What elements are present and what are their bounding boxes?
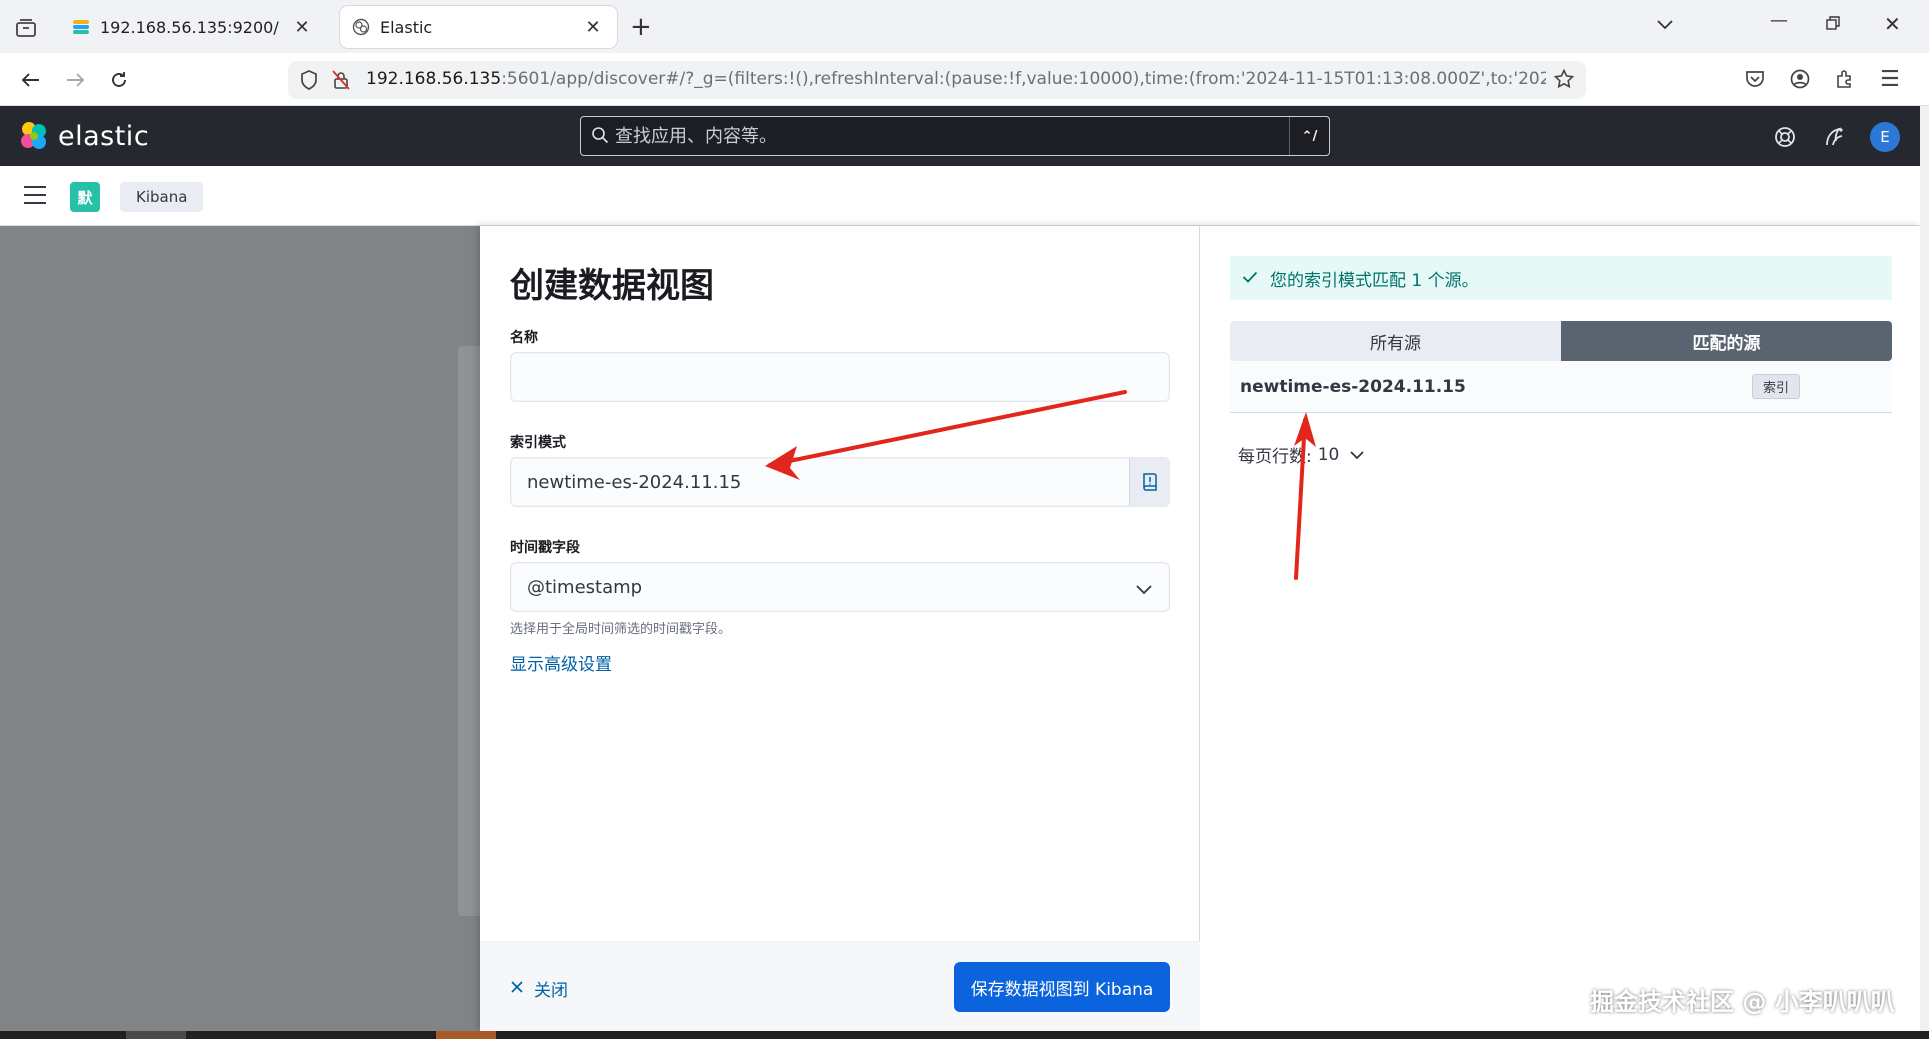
chevron-down-icon: [1349, 445, 1365, 465]
account-icon[interactable]: [1790, 69, 1810, 93]
flyout-footer: 关闭 保存数据视图到 Kibana: [480, 941, 1200, 1031]
index-pattern-field[interactable]: newtime-es-2024.11.15: [510, 457, 1170, 507]
chevron-down-icon: [1135, 579, 1153, 600]
bookmark-star-icon[interactable]: [1553, 68, 1575, 93]
new-tab-button[interactable]: +: [630, 12, 652, 42]
minimize-button[interactable]: —: [1770, 10, 1788, 31]
create-data-view-flyout: 创建数据视图 名称 索引模式 newtime-es-2024.11.15 时间戳…: [480, 226, 1920, 1031]
search-shortcut: ⌃/: [1289, 117, 1329, 155]
restore-button[interactable]: [1826, 14, 1840, 35]
timestamp-select[interactable]: @timestamp: [510, 562, 1170, 612]
rows-per-page-value: 10: [1317, 444, 1340, 465]
close-label: 关闭: [534, 981, 568, 1001]
page-scrollbar[interactable]: [1920, 106, 1929, 1031]
show-advanced-settings-link[interactable]: 显示高级设置: [510, 650, 612, 675]
elastic-favicon-icon: [352, 18, 370, 36]
name-label: 名称: [510, 330, 538, 346]
url-path: :5601/app/discover#/?_g=(filters:!(),ref…: [501, 69, 1546, 89]
tab-list-icon[interactable]: [8, 12, 44, 44]
browser-tab-es[interactable]: 192.168.56.135:9200/ ✕: [56, 6, 326, 48]
source-name: newtime-es-2024.11.15: [1240, 376, 1466, 397]
browser-tab-strip: 192.168.56.135:9200/ ✕ Elastic ✕ + — ✕: [0, 0, 1929, 53]
check-icon: [1242, 268, 1258, 288]
elastic-logo[interactable]: elastic: [18, 120, 149, 152]
logo-text: elastic: [58, 120, 150, 152]
index-pattern-value: newtime-es-2024.11.15: [527, 471, 742, 493]
data-view-form: 创建数据视图 名称 索引模式 newtime-es-2024.11.15 时间戳…: [480, 226, 1200, 1031]
tab-title: Elastic: [380, 17, 433, 37]
save-data-view-button[interactable]: 保存数据视图到 Kibana: [954, 962, 1170, 1012]
breadcrumb-bar: 默 Kibana: [0, 166, 1920, 226]
flyout-title: 创建数据视图: [510, 266, 714, 306]
shield-icon[interactable]: [300, 70, 318, 94]
url-text[interactable]: 192.168.56.135:5601/app/discover#/?_g=(f…: [366, 69, 1546, 89]
taskbar-item[interactable]: [436, 1031, 496, 1039]
close-tab-icon[interactable]: ✕: [292, 17, 312, 38]
close-window-button[interactable]: ✕: [1884, 12, 1901, 36]
tab-overflow-chevron-icon[interactable]: [1656, 14, 1674, 35]
taskbar-item[interactable]: [126, 1031, 186, 1039]
match-callout: 您的索引模式匹配 1 个源。: [1230, 256, 1892, 300]
close-button[interactable]: 关闭: [510, 976, 568, 1001]
address-bar[interactable]: 192.168.56.135:5601/app/discover#/?_g=(f…: [288, 61, 1586, 99]
extensions-icon[interactable]: [1835, 69, 1855, 93]
app-menu-icon[interactable]: ☰: [1880, 67, 1900, 92]
forward-button[interactable]: [60, 65, 90, 95]
elastic-favicon-icon: [73, 20, 89, 34]
name-field[interactable]: [510, 352, 1170, 402]
timestamp-value: @timestamp: [527, 576, 643, 598]
reload-button[interactable]: [104, 65, 134, 95]
elastic-logo-icon: [21, 122, 46, 149]
url-host: 192.168.56.135: [366, 69, 502, 89]
close-tab-icon[interactable]: ✕: [583, 17, 603, 38]
os-taskbar: [0, 1031, 1929, 1039]
timestamp-help-text: 选择用于全局时间筛选的时间戳字段。: [510, 622, 732, 637]
user-avatar[interactable]: E: [1870, 122, 1900, 152]
tab-matching-sources[interactable]: 匹配的源: [1561, 321, 1892, 361]
pocket-icon[interactable]: [1745, 69, 1765, 93]
browser-tab-elastic[interactable]: Elastic ✕: [340, 6, 617, 48]
nav-menu-icon[interactable]: [24, 186, 46, 204]
search-icon: [591, 126, 609, 148]
sources-tab-group: 所有源 匹配的源: [1230, 321, 1892, 361]
back-button[interactable]: [16, 65, 46, 95]
tab-title: 192.168.56.135:9200/: [100, 17, 279, 37]
news-feed-icon[interactable]: [1822, 124, 1848, 150]
tab-all-sources[interactable]: 所有源: [1230, 321, 1561, 361]
index-pattern-label: 索引模式: [510, 435, 566, 451]
global-search[interactable]: ⌃/: [580, 116, 1330, 156]
kibana-header: elastic ⌃/ E: [0, 106, 1920, 166]
close-icon: [510, 979, 524, 999]
rows-per-page-control[interactable]: 每页行数: 10: [1238, 442, 1365, 467]
space-avatar[interactable]: 默: [70, 182, 100, 212]
rows-per-page-label: 每页行数:: [1238, 447, 1312, 467]
browser-toolbar: 192.168.56.135:5601/app/discover#/?_g=(f…: [0, 53, 1929, 106]
insecure-lock-icon[interactable]: [332, 70, 350, 94]
search-input[interactable]: [581, 117, 1289, 155]
source-type-badge: 索引: [1751, 374, 1800, 399]
table-row: newtime-es-2024.11.15 索引: [1230, 361, 1892, 413]
watermark: 掘金技术社区 @ 小李叭叭叭: [1590, 988, 1895, 1016]
help-icon[interactable]: [1772, 124, 1798, 150]
timestamp-label: 时间戳字段: [510, 540, 580, 556]
index-pattern-help-icon[interactable]: [1129, 458, 1169, 506]
breadcrumb-kibana[interactable]: Kibana: [120, 182, 204, 212]
matching-sources-panel: 您的索引模式匹配 1 个源。 所有源 匹配的源 newtime-es-2024.…: [1200, 226, 1920, 1031]
match-callout-text: 您的索引模式匹配 1 个源。: [1270, 270, 1479, 291]
